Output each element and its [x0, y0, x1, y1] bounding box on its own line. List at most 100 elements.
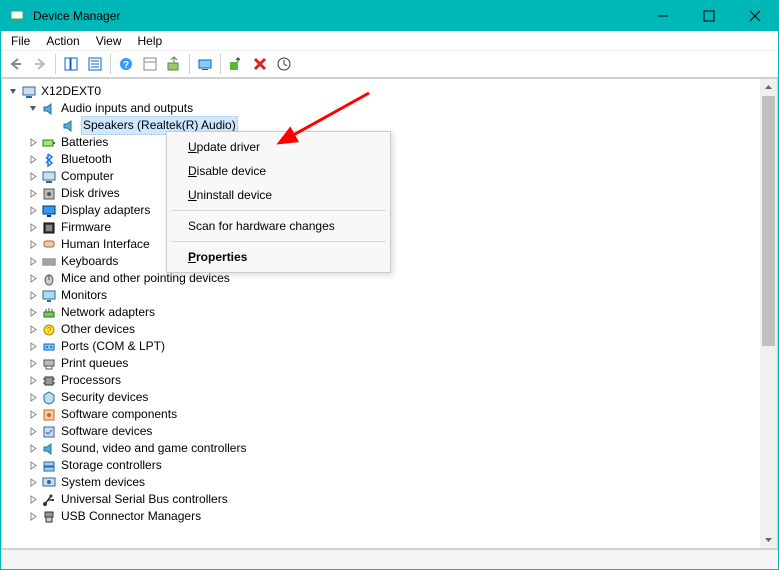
- device-manager-window: Device Manager File Action View Help ?: [0, 0, 779, 570]
- expander-closed-icon[interactable]: [28, 511, 39, 522]
- software-device-icon: [41, 424, 57, 440]
- tree-category[interactable]: Security devices: [8, 389, 771, 406]
- tree-label: Security devices: [61, 389, 148, 406]
- other-icon: ?: [41, 322, 57, 338]
- tree-label: Software components: [61, 406, 177, 423]
- expander-closed-icon[interactable]: [28, 154, 39, 165]
- ctx-update-driver[interactable]: Update driver: [170, 135, 387, 159]
- computer-icon: [41, 169, 57, 185]
- toolbar-separator: [220, 54, 221, 74]
- help-button[interactable]: ?: [114, 53, 138, 76]
- expander-closed-icon[interactable]: [28, 392, 39, 403]
- ctx-scan-hardware[interactable]: Scan for hardware changes: [170, 214, 387, 238]
- tree-label: Monitors: [61, 287, 107, 304]
- scan-hardware-button[interactable]: [272, 53, 296, 76]
- scroll-up-button[interactable]: [760, 79, 777, 96]
- tree-category[interactable]: ?Other devices: [8, 321, 771, 338]
- forward-button[interactable]: [28, 53, 52, 76]
- detail-button[interactable]: [138, 53, 162, 76]
- expander-closed-icon[interactable]: [28, 205, 39, 216]
- display-icon: [41, 203, 57, 219]
- scroll-down-button[interactable]: [760, 531, 777, 548]
- tree-label: Ports (COM & LPT): [61, 338, 165, 355]
- tree-category[interactable]: Monitors: [8, 287, 771, 304]
- ctx-disable-device[interactable]: Disable device: [170, 159, 387, 183]
- tree-category[interactable]: Ports (COM & LPT): [8, 338, 771, 355]
- tree-category[interactable]: Storage controllers: [8, 457, 771, 474]
- security-icon: [41, 390, 57, 406]
- tree-category[interactable]: Processors: [8, 372, 771, 389]
- expander-closed-icon[interactable]: [28, 239, 39, 250]
- properties-button[interactable]: [83, 53, 107, 76]
- update-drivers-button[interactable]: [162, 53, 186, 76]
- tree-category-audio[interactable]: Audio inputs and outputs: [8, 100, 771, 117]
- tree-label: Print queues: [61, 355, 128, 372]
- uninstall-button[interactable]: [248, 53, 272, 76]
- show-hide-tree-button[interactable]: [59, 53, 83, 76]
- back-button[interactable]: [4, 53, 28, 76]
- scrollbar-thumb[interactable]: [762, 96, 775, 346]
- hid-icon: [41, 237, 57, 253]
- port-icon: [41, 339, 57, 355]
- menu-view[interactable]: View: [90, 32, 128, 50]
- ctx-properties[interactable]: Properties: [170, 245, 387, 269]
- menu-action[interactable]: Action: [40, 32, 85, 50]
- tree-label: Display adapters: [61, 202, 150, 219]
- expander-closed-icon[interactable]: [28, 222, 39, 233]
- minimize-button[interactable]: [640, 1, 686, 31]
- tree-category[interactable]: USB Connector Managers: [8, 508, 771, 525]
- expander-closed-icon[interactable]: [28, 358, 39, 369]
- close-button[interactable]: [732, 1, 778, 31]
- titlebar[interactable]: Device Manager: [1, 1, 778, 31]
- battery-icon: [41, 135, 57, 151]
- menubar: File Action View Help: [1, 31, 778, 51]
- network-icon: [41, 305, 57, 321]
- cpu-icon: [41, 373, 57, 389]
- tree-category[interactable]: Software devices: [8, 423, 771, 440]
- expander-closed-icon[interactable]: [28, 477, 39, 488]
- expander-closed-icon[interactable]: [28, 137, 39, 148]
- scan-button[interactable]: [193, 53, 217, 76]
- monitor-icon: [41, 288, 57, 304]
- expander-closed-icon[interactable]: [28, 188, 39, 199]
- system-icon: [41, 475, 57, 491]
- tree-category[interactable]: Sound, video and game controllers: [8, 440, 771, 457]
- expander-closed-icon[interactable]: [28, 494, 39, 505]
- expander-open-icon[interactable]: [8, 86, 19, 97]
- speaker-icon: [41, 101, 57, 117]
- tree-category[interactable]: Universal Serial Bus controllers: [8, 491, 771, 508]
- toolbar-separator: [189, 54, 190, 74]
- expander-closed-icon[interactable]: [28, 426, 39, 437]
- menu-file[interactable]: File: [5, 32, 36, 50]
- expander-closed-icon[interactable]: [28, 460, 39, 471]
- tree-label: Processors: [61, 372, 121, 389]
- expander-closed-icon[interactable]: [28, 443, 39, 454]
- expander-closed-icon[interactable]: [28, 273, 39, 284]
- expander-closed-icon[interactable]: [28, 171, 39, 182]
- maximize-button[interactable]: [686, 1, 732, 31]
- expander-closed-icon[interactable]: [28, 324, 39, 335]
- printer-icon: [41, 356, 57, 372]
- expander-closed-icon[interactable]: [28, 307, 39, 318]
- tree-category[interactable]: Software components: [8, 406, 771, 423]
- toolbar-separator: [110, 54, 111, 74]
- tree-category[interactable]: System devices: [8, 474, 771, 491]
- context-menu: Update driver Disable device Uninstall d…: [166, 131, 391, 273]
- tree-label: Computer: [61, 168, 114, 185]
- tree-category[interactable]: Print queues: [8, 355, 771, 372]
- tree-category[interactable]: Network adapters: [8, 304, 771, 321]
- expander-closed-icon[interactable]: [28, 341, 39, 352]
- toolbar-separator: [55, 54, 56, 74]
- expander-closed-icon[interactable]: [28, 375, 39, 386]
- expander-open-icon[interactable]: [28, 103, 39, 114]
- expander-closed-icon[interactable]: [28, 256, 39, 267]
- expander-closed-icon[interactable]: [28, 290, 39, 301]
- tree-label: Bluetooth: [61, 151, 112, 168]
- expander-closed-icon[interactable]: [28, 409, 39, 420]
- ctx-uninstall-device[interactable]: Uninstall device: [170, 183, 387, 207]
- tree-root[interactable]: X12DEXT0: [8, 83, 771, 100]
- scrollbar-vertical[interactable]: [760, 79, 777, 548]
- tree-label: Universal Serial Bus controllers: [61, 491, 228, 508]
- menu-help[interactable]: Help: [132, 32, 169, 50]
- enable-button[interactable]: [224, 53, 248, 76]
